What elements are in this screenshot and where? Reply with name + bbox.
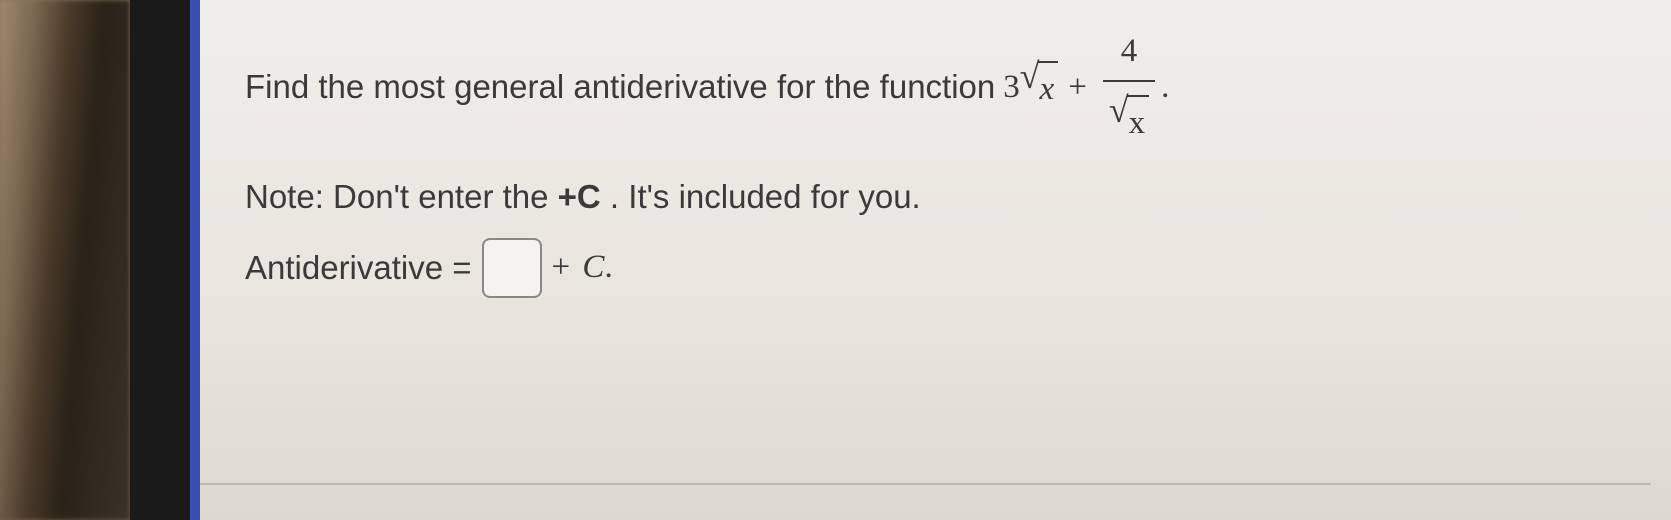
denominator-sqrt: √ x [1109,92,1149,150]
prompt-text: Find the most general antiderivative for… [245,61,995,114]
screen-blue-edge [190,0,200,520]
question-prompt: Find the most general antiderivative for… [245,25,1626,150]
fraction-term: 4 √ x [1103,25,1155,150]
question-panel: Find the most general antiderivative for… [200,0,1671,520]
plus-operator: + [1068,61,1087,114]
screen-bezel [130,0,190,520]
function-expression: 3 √ x + 4 √ x . [1003,25,1169,150]
answer-period: . [604,249,612,285]
expression-period: . [1161,61,1169,114]
denom-sqrt-radicand: x [1127,95,1150,150]
note-text: Note: Don't enter the +C . It's included… [245,178,1626,216]
fraction-numerator: 4 [1115,25,1144,80]
fraction-denominator: √ x [1103,82,1155,150]
sqrt-x-term: √ x [1020,58,1058,116]
coefficient-3: 3 [1003,61,1020,114]
antiderivative-input[interactable] [482,238,542,298]
note-prefix: Note: Don't enter the [245,178,558,215]
answer-suffix: + C. [552,249,613,286]
sqrt-radicand: x [1038,61,1059,116]
answer-label: Antiderivative = [245,249,472,287]
answer-constant-c: C [582,249,604,285]
section-divider [200,483,1651,485]
photo-background-edge [0,0,130,520]
answer-plus: + [552,249,579,285]
note-suffix: . It's included for you. [601,178,921,215]
answer-row: Antiderivative = + C. [245,238,1626,298]
note-plus-c: +C [558,178,601,215]
